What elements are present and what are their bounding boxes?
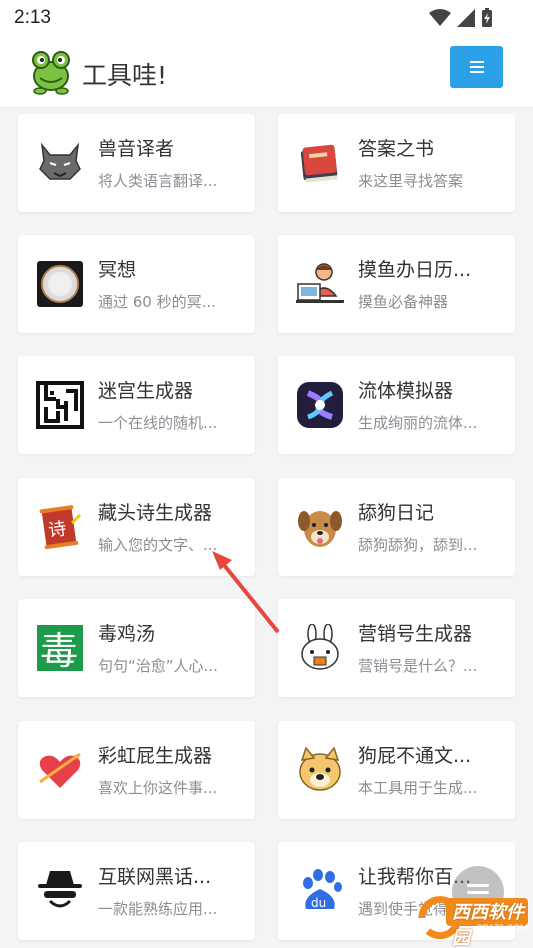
tool-card[interactable]: 狗屁不通文... 本工具用于生成...	[278, 721, 515, 819]
tool-title: 藏头诗生成器	[98, 502, 213, 524]
dog-icon	[298, 511, 342, 547]
tool-description: 输入您的文字、...	[98, 536, 218, 554]
svg-text:毒: 毒	[40, 629, 78, 672]
wolf-icon	[39, 142, 81, 180]
tool-description: 一款能熟练应用...	[98, 900, 218, 918]
wifi-icon	[429, 9, 451, 26]
tool-title: 迷宫生成器	[98, 380, 194, 402]
tool-title: 舔狗日记	[358, 502, 435, 524]
tool-title: 答案之书	[358, 138, 435, 160]
tool-title: 兽音译者	[98, 138, 175, 160]
tool-title: 毒鸡汤	[98, 623, 156, 645]
status-time: 2:13	[14, 7, 51, 28]
tool-description: 喜欢上你这件事...	[98, 779, 218, 797]
signal-icon	[457, 9, 475, 27]
doge-icon	[299, 746, 341, 791]
svg-text:du: du	[311, 896, 326, 910]
tool-card[interactable]: 流体模拟器 生成绚丽的流体...	[278, 356, 515, 454]
tool-card[interactable]: 彩虹屁生成器 喜欢上你这件事...	[18, 721, 255, 819]
person-at-desk-icon	[296, 263, 344, 303]
maze-icon	[36, 381, 84, 429]
tool-description: 通过 60 秒的冥...	[98, 293, 216, 311]
tool-description: 句句“治愈”人心...	[98, 657, 218, 675]
watermark-url: CR173.COM	[476, 923, 528, 933]
tool-card[interactable]: 互联网黑话... 一款能熟练应用...	[18, 842, 255, 940]
tool-card[interactable]: 冥想 通过 60 秒的冥...	[18, 235, 255, 333]
tool-title: 营销号生成器	[358, 623, 473, 645]
app-title: 工具哇!	[82, 61, 168, 90]
tool-title: 摸鱼办日历...	[358, 259, 472, 281]
poem-scroll-icon: 诗	[39, 505, 82, 550]
rabbit-icon	[301, 624, 339, 670]
menu-button[interactable]	[450, 46, 503, 88]
heart-arrow-icon	[39, 752, 81, 788]
baidu-paw-icon: du	[303, 869, 342, 910]
tool-title: 彩虹屁生成器	[98, 745, 213, 767]
battery-icon	[482, 8, 492, 27]
tool-description: 摸鱼必备神器	[358, 293, 449, 311]
tool-card[interactable]: 毒 毒鸡汤 句句“治愈”人心...	[18, 599, 255, 697]
tool-description: 一个在线的随机...	[98, 414, 218, 432]
meditation-circle-icon	[37, 261, 83, 307]
tool-description: 舔狗舔狗，舔到...	[358, 536, 478, 554]
hamburger-menu-icon	[469, 61, 484, 73]
status-icons	[429, 8, 493, 28]
tool-description: 将人类语言翻译...	[98, 172, 218, 190]
tool-title: 流体模拟器	[358, 380, 454, 402]
poison-char-icon: 毒	[37, 625, 83, 672]
tool-card[interactable]: 舔狗日记 舔狗舔狗，舔到...	[278, 478, 515, 576]
book-icon	[300, 144, 338, 183]
tool-title: 冥想	[98, 259, 137, 281]
tool-description: 本工具用于生成...	[358, 779, 478, 797]
tool-grid: 兽音译者 将人类语言翻译... 答案之书 来这里寻找答案 冥想 通过 60 秒的…	[0, 108, 533, 948]
tool-card[interactable]: 迷宫生成器 一个在线的随机...	[18, 356, 255, 454]
tool-card[interactable]: 诗 藏头诗生成器 输入您的文字、...	[18, 478, 255, 576]
svg-text:诗: 诗	[47, 518, 68, 541]
tool-title: 狗屁不通文...	[358, 745, 472, 767]
frog-logo-icon	[32, 51, 70, 95]
tool-card[interactable]: 营销号生成器 营销号是什么？...	[278, 599, 515, 697]
tool-card[interactable]: 摸鱼办日历... 摸鱼必备神器	[278, 235, 515, 333]
fluid-icon	[297, 382, 343, 428]
tool-card[interactable]: 答案之书 来这里寻找答案	[278, 114, 515, 212]
tool-description: 生成绚丽的流体...	[358, 414, 478, 432]
app-header: 工具哇!	[0, 36, 533, 108]
tool-title: 互联网黑话...	[98, 866, 212, 888]
hacker-spy-icon	[38, 871, 82, 908]
tool-description: 来这里寻找答案	[358, 172, 464, 190]
tool-card[interactable]: 兽音译者 将人类语言翻译...	[18, 114, 255, 212]
tool-description: 营销号是什么？...	[358, 657, 478, 675]
status-bar: 2:13	[0, 0, 533, 36]
